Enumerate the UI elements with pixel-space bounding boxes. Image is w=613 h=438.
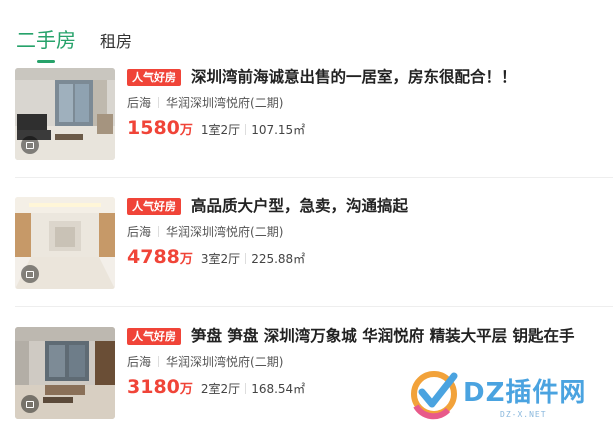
listing-price-unit: 万	[179, 382, 193, 397]
tab-rent-label: 租房	[100, 32, 133, 51]
tab-second-hand[interactable]: 二手房	[16, 27, 76, 63]
listing-location: 后海 华润深圳湾悦府(二期)	[127, 354, 283, 370]
divider	[158, 226, 160, 237]
listing-price-row: 4788万 3室2厅 225.88㎡	[127, 246, 305, 268]
divider	[245, 383, 247, 394]
listing-location: 后海 华润深圳湾悦府(二期)	[127, 95, 283, 111]
divider	[245, 124, 247, 135]
listing-area: 107.15㎡	[251, 123, 306, 137]
listing-type-tabs: 二手房 租房	[16, 27, 613, 67]
listing-photo	[15, 327, 115, 419]
divider	[158, 97, 160, 108]
listing-area: 225.88㎡	[251, 252, 306, 266]
listing-community: 华润深圳湾悦府(二期)	[166, 96, 284, 110]
listing-community: 华润深圳湾悦府(二期)	[166, 355, 284, 369]
tab-second-hand-label: 二手房	[16, 28, 76, 52]
divider	[245, 253, 247, 264]
listing-price: 3180	[127, 376, 180, 398]
listing-price: 4788	[127, 246, 180, 268]
watermark-subtext: DZ-X.NET	[500, 410, 547, 419]
listing-photo	[15, 68, 115, 160]
listing-card[interactable]: 人气好房 高品质大户型，急卖，沟通搞起 后海 华润深圳湾悦府(二期) 4788万 3…	[15, 197, 613, 291]
listing-area: 168.54㎡	[251, 382, 306, 396]
vr-view-icon	[21, 265, 39, 283]
listing-price: 1580	[127, 117, 180, 139]
page: 二手房 租房 人气好房 深圳湾前海诚意出售的一居室，房东很配合！！ 后海 华润深…	[0, 0, 613, 438]
listing-photo	[15, 197, 115, 289]
listing-layout: 3室2厅	[200, 252, 241, 266]
listing-title[interactable]: 高品质大户型，急卖，沟通搞起	[191, 195, 611, 217]
listing-district: 后海	[127, 96, 152, 110]
listing-price-unit: 万	[179, 123, 193, 138]
watermark: DZ插件网 DZ-X.NET	[408, 366, 613, 426]
hot-listing-badge: 人气好房	[127, 198, 181, 215]
listing-layout: 1室2厅	[200, 123, 241, 137]
vr-view-icon	[21, 395, 39, 413]
listing-price-row: 1580万 1室2厅 107.15㎡	[127, 117, 305, 139]
watermark-logo-icon	[411, 371, 458, 420]
divider	[15, 177, 613, 178]
watermark-text: DZ插件网	[463, 378, 587, 408]
listing-district: 后海	[127, 225, 152, 239]
hot-listing-badge: 人气好房	[127, 328, 181, 345]
listing-community: 华润深圳湾悦府(二期)	[166, 225, 284, 239]
hot-listing-badge: 人气好房	[127, 69, 181, 86]
tab-active-indicator	[37, 60, 55, 63]
listing-card[interactable]: 人气好房 深圳湾前海诚意出售的一居室，房东很配合！！ 后海 华润深圳湾悦府(二期)…	[15, 68, 613, 162]
listing-district: 后海	[127, 355, 152, 369]
tab-rent[interactable]: 租房	[100, 31, 132, 53]
listing-price-unit: 万	[179, 252, 193, 267]
listing-location: 后海 华润深圳湾悦府(二期)	[127, 224, 283, 240]
listing-title[interactable]: 笋盘 笋盘 深圳湾万象城 华润悦府 精装大平层 钥匙在手	[191, 325, 611, 347]
divider	[158, 356, 160, 367]
listing-title[interactable]: 深圳湾前海诚意出售的一居室，房东很配合！！	[191, 66, 611, 88]
listing-price-row: 3180万 2室2厅 168.54㎡	[127, 376, 305, 398]
divider	[15, 306, 613, 307]
listing-layout: 2室2厅	[200, 382, 241, 396]
vr-view-icon	[21, 136, 39, 154]
